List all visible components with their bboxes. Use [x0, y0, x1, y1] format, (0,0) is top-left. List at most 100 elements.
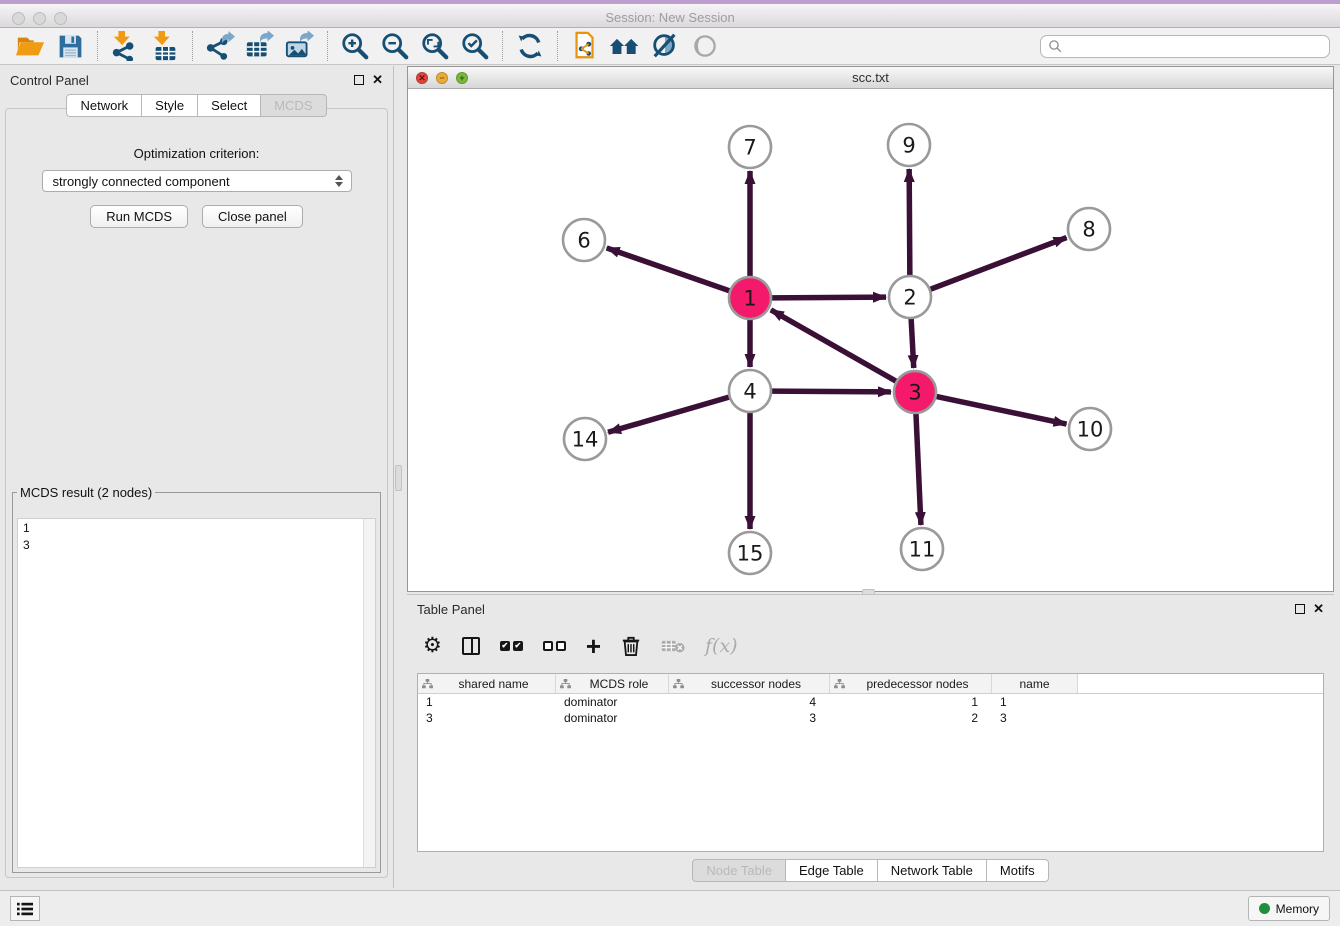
deselect-all-icon[interactable]	[543, 633, 566, 659]
zoom-in-icon[interactable]	[335, 29, 375, 63]
edge-2-8[interactable]	[930, 238, 1067, 290]
search-field[interactable]	[1040, 35, 1330, 58]
table-row[interactable]: 1dominator411	[418, 694, 1323, 710]
export-image-icon[interactable]	[280, 29, 320, 63]
tab-motifs[interactable]: Motifs	[987, 859, 1049, 882]
save-session-icon[interactable]	[50, 29, 90, 63]
tab-mcds[interactable]: MCDS	[261, 94, 326, 117]
network-window-titlebar[interactable]: ✕ − + scc.txt	[408, 67, 1333, 89]
table-cell[interactable]: 1	[992, 694, 1078, 710]
float-table-panel-icon[interactable]	[1295, 604, 1305, 614]
table-row[interactable]: 3dominator323	[418, 710, 1323, 726]
task-history-button[interactable]	[10, 896, 40, 921]
table-panel-title: Table Panel	[417, 602, 485, 617]
tab-edge-table[interactable]: Edge Table	[786, 859, 878, 882]
export-table-icon[interactable]	[240, 29, 280, 63]
network-title: scc.txt	[408, 70, 1333, 85]
table-cell[interactable]: dominator	[556, 694, 669, 710]
column-header-successor-nodes[interactable]: successor nodes	[669, 674, 830, 693]
graph-node-8[interactable]: 8	[1068, 208, 1110, 250]
export-network-icon[interactable]	[200, 29, 240, 63]
open-session-icon[interactable]	[10, 29, 50, 63]
edge-1-6[interactable]	[607, 248, 731, 291]
graph-node-14[interactable]: 14	[564, 418, 606, 460]
zoom-fit-icon[interactable]	[415, 29, 455, 63]
edge-2-3[interactable]	[911, 318, 914, 368]
table-cell[interactable]: 3	[992, 710, 1078, 726]
graph-node-7[interactable]: 7	[729, 126, 771, 168]
result-line: 1	[23, 520, 370, 537]
graph-node-2[interactable]: 2	[889, 276, 931, 318]
mcds-result-area[interactable]: 13	[17, 518, 376, 868]
clone-network-icon[interactable]	[565, 29, 605, 63]
edge-4-3[interactable]	[771, 391, 891, 392]
node-label: 6	[577, 229, 590, 253]
table-cell[interactable]: 1	[418, 694, 556, 710]
table-cell[interactable]: 3	[418, 710, 556, 726]
edge-3-10[interactable]	[936, 396, 1067, 424]
tab-style[interactable]: Style	[142, 94, 198, 117]
column-header-predecessor-nodes[interactable]: predecessor nodes	[830, 674, 992, 693]
search-icon	[1048, 39, 1063, 54]
column-header-MCDS-role[interactable]: MCDS role	[556, 674, 669, 693]
column-label: MCDS role	[574, 677, 664, 691]
frame-maximize-icon[interactable]: +	[456, 72, 468, 84]
table-cell[interactable]: 1	[830, 694, 992, 710]
vertical-splitter-grip[interactable]	[395, 465, 402, 491]
edge-2-9[interactable]	[909, 169, 910, 276]
frame-minimize-icon[interactable]: −	[436, 72, 448, 84]
zoom-selected-icon[interactable]	[455, 29, 495, 63]
control-panel-title: Control Panel	[10, 73, 89, 88]
network-canvas[interactable]: 7 9 6 8 1 2 4 3 14 10 15 11	[408, 89, 1333, 591]
memory-label: Memory	[1276, 902, 1319, 916]
close-table-panel-icon[interactable]: ✕	[1313, 604, 1324, 614]
tab-network[interactable]: Network	[66, 94, 142, 117]
create-column-icon[interactable]: +	[586, 633, 601, 659]
table-body: 1dominator4113dominator323	[418, 694, 1323, 726]
table-cell[interactable]: 4	[669, 694, 830, 710]
edge-1-2[interactable]	[771, 297, 886, 298]
show-graphics-details-icon[interactable]	[685, 29, 725, 63]
toolbar-separator	[557, 31, 558, 61]
zoom-out-icon[interactable]	[375, 29, 415, 63]
status-bar: Memory	[0, 890, 1340, 926]
graph-node-3[interactable]: 3	[894, 371, 936, 413]
close-panel-button[interactable]: Close panel	[202, 205, 303, 228]
show-columns-icon[interactable]	[462, 633, 480, 659]
apply-layout-icon[interactable]	[510, 29, 550, 63]
import-table-icon[interactable]	[145, 29, 185, 63]
window-title: Session: New Session	[0, 10, 1340, 25]
table-cell[interactable]: dominator	[556, 710, 669, 726]
edge-3-1[interactable]	[771, 310, 897, 382]
delete-columns-icon[interactable]	[621, 633, 641, 659]
run-mcds-button[interactable]: Run MCDS	[90, 205, 188, 228]
memory-button[interactable]: Memory	[1248, 896, 1330, 921]
graph-node-4[interactable]: 4	[729, 370, 771, 412]
tab-node-table[interactable]: Node Table	[692, 859, 786, 882]
edge-4-14[interactable]	[608, 397, 730, 432]
select-all-icon[interactable]: ✔✔	[500, 633, 523, 659]
column-header-name[interactable]: name	[992, 674, 1078, 693]
graph-node-1[interactable]: 1	[729, 277, 771, 319]
table-mode-gear-icon[interactable]: ⚙	[423, 633, 442, 659]
frame-close-icon[interactable]: ✕	[416, 72, 428, 84]
show-style-icon[interactable]	[645, 29, 685, 63]
criterion-select[interactable]: strongly connected component	[42, 170, 352, 192]
graph-node-10[interactable]: 10	[1069, 408, 1111, 450]
result-scrollbar[interactable]	[363, 519, 375, 867]
float-panel-icon[interactable]	[354, 75, 364, 85]
graph-node-9[interactable]: 9	[888, 124, 930, 166]
graph-node-15[interactable]: 15	[729, 532, 771, 574]
tab-network-table[interactable]: Network Table	[878, 859, 987, 882]
column-header-shared-name[interactable]: shared name	[418, 674, 556, 693]
tab-select[interactable]: Select	[198, 94, 261, 117]
edge-3-11[interactable]	[916, 413, 921, 525]
graph-node-6[interactable]: 6	[563, 219, 605, 261]
graph-node-11[interactable]: 11	[901, 528, 943, 570]
table-cell[interactable]: 3	[669, 710, 830, 726]
search-input[interactable]	[1067, 37, 1329, 55]
import-network-icon[interactable]	[105, 29, 145, 63]
first-neighbors-icon[interactable]	[605, 29, 645, 63]
close-panel-icon[interactable]: ✕	[372, 75, 383, 85]
table-cell[interactable]: 2	[830, 710, 992, 726]
